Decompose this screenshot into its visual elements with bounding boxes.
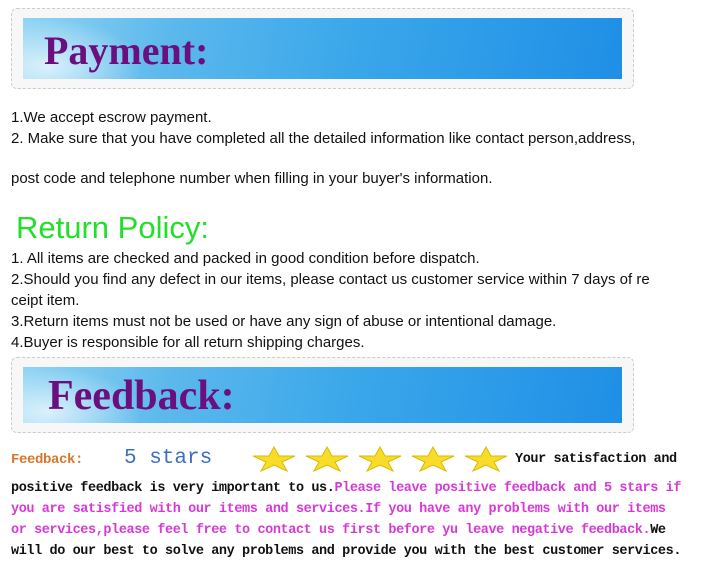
feedback-highlight: Please leave positive feedback and 5 sta… — [334, 481, 682, 496]
return-policy-title: Return Policy: — [16, 210, 209, 245]
payment-line: 1.We accept escrow payment. — [11, 109, 212, 126]
feedback-label: Feedback: — [11, 452, 84, 468]
feedback-text: We — [650, 523, 666, 538]
payment-title: Payment: — [44, 28, 209, 73]
star-icon — [358, 446, 402, 472]
return-line: 1. All items are checked and packed in g… — [11, 250, 480, 267]
return-line: ceipt item. — [11, 292, 80, 309]
payment-banner: Payment: — [11, 8, 634, 89]
star-icon — [252, 446, 296, 472]
star-icon — [464, 446, 508, 472]
feedback-highlight: you are satisfied with our items and ser… — [11, 502, 666, 517]
stars-text: 5 stars — [124, 447, 213, 470]
feedback-title: Feedback: — [48, 373, 235, 419]
feedback-highlight: or services,please feel free to contact … — [11, 523, 651, 538]
feedback-text: Your satisfaction and — [515, 452, 677, 467]
return-line: 3.Return items must not be used or have … — [11, 313, 557, 330]
star-icon — [411, 446, 455, 472]
feedback-text: will do our best to solve any problems a… — [11, 544, 682, 559]
return-line: 4.Buyer is responsible for all return sh… — [11, 334, 365, 351]
payment-line: 2. Make sure that you have completed all… — [11, 130, 636, 147]
star-icon — [305, 446, 349, 472]
payment-line: post code and telephone number when fill… — [11, 170, 493, 187]
return-line: 2.Should you find any defect in our item… — [11, 271, 650, 288]
feedback-text: positive feedback is very important to u… — [11, 481, 335, 496]
feedback-banner: Feedback: — [11, 357, 634, 433]
